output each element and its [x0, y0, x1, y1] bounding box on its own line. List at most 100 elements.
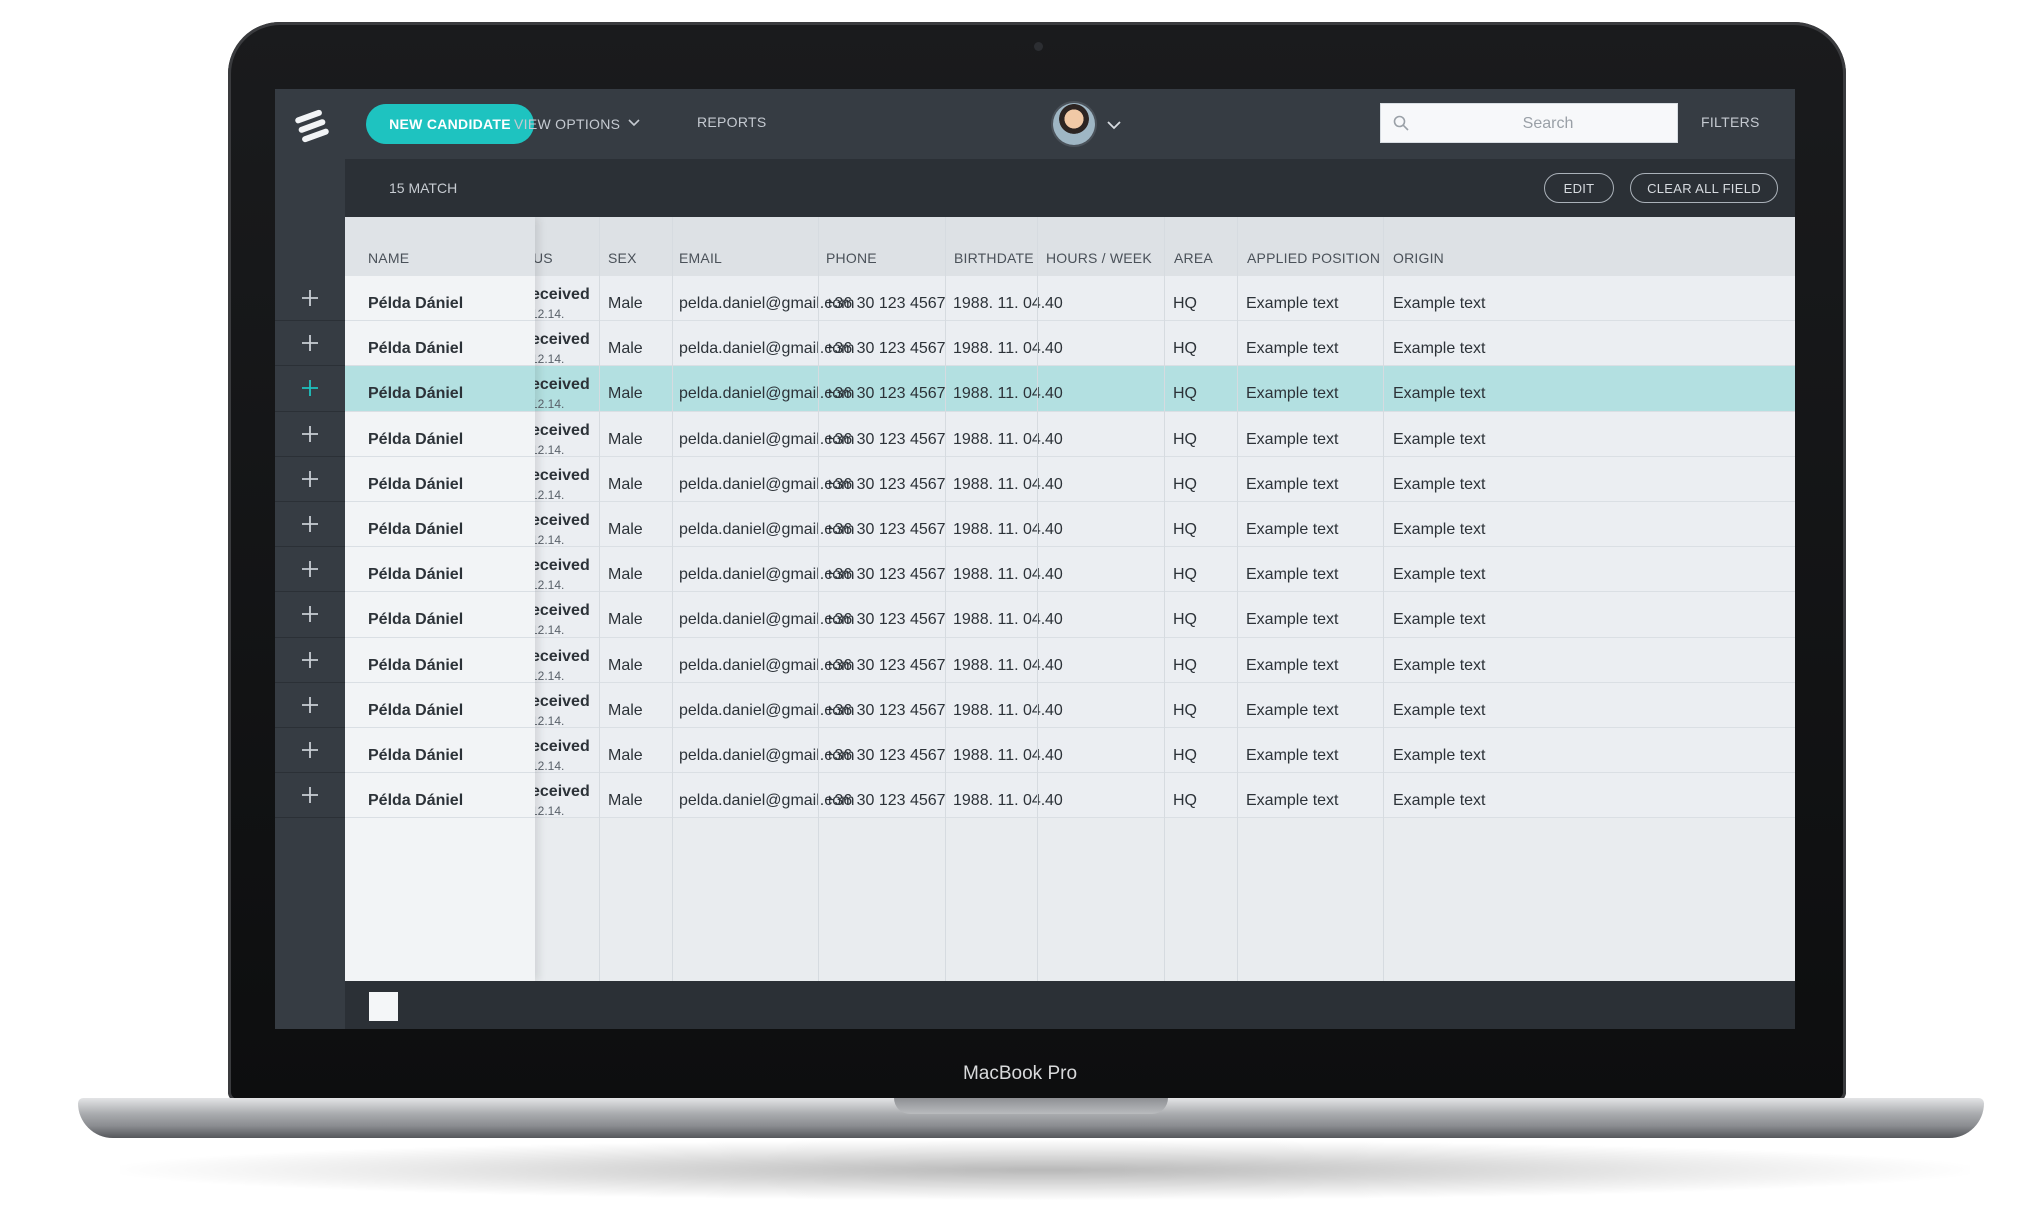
- table-row[interactable]: eceived 12.14. Male pelda.daniel@gmail.com +…: [345, 276, 1795, 322]
- table-row[interactable]: eceived 12.14. Male pelda.daniel@gmail.com +…: [345, 728, 1795, 774]
- area-cell: HQ: [1173, 475, 1197, 493]
- add-row-plus-icon[interactable]: [275, 592, 345, 638]
- column-header-area[interactable]: AREA: [1174, 250, 1213, 266]
- add-row-plus-icon[interactable]: [275, 773, 345, 819]
- column-header-name[interactable]: NAME: [368, 250, 409, 266]
- column-divider: [599, 217, 600, 981]
- name-cell: Példa Dániel: [368, 566, 464, 584]
- table-row[interactable]: eceived 12.14. Male pelda.daniel@gmail.com +…: [345, 637, 1795, 683]
- status-date: 12.14.: [531, 397, 565, 412]
- table-row[interactable]: eceived 12.14. Male pelda.daniel@gmail.com +…: [345, 773, 1795, 819]
- camera-icon: [1034, 42, 1043, 51]
- reports-menu[interactable]: REPORTS: [697, 114, 767, 130]
- position-cell: Example text: [1246, 521, 1339, 538]
- filters-button[interactable]: FILTERS: [1701, 114, 1760, 130]
- frozen-name-column: NAME Példa Dániel Példa Dániel Példa Dánie…: [345, 217, 535, 981]
- frozen-row[interactable]: Példa Dániel: [345, 682, 535, 728]
- status-date: 12.14.: [531, 623, 565, 638]
- area-cell: HQ: [1173, 521, 1197, 538]
- birthdate-cell: 1988. 11. 04.: [953, 566, 1046, 584]
- view-options-menu[interactable]: VIEW OPTIONS: [514, 114, 640, 132]
- sex-cell: Male: [608, 792, 643, 810]
- table-row[interactable]: eceived 12.14. Male pelda.daniel@gmail.com +…: [345, 366, 1795, 412]
- column-header-phone[interactable]: PHONE: [826, 250, 877, 266]
- column-header-sex[interactable]: SEX: [608, 250, 637, 266]
- table-row[interactable]: eceived 12.14. Male pelda.daniel@gmail.com +…: [345, 547, 1795, 593]
- name-cell: Példa Dániel: [368, 295, 464, 312]
- frozen-row[interactable]: Példa Dániel: [345, 592, 535, 638]
- add-row-plus-icon[interactable]: [275, 683, 345, 728]
- frozen-row[interactable]: Példa Dániel: [345, 637, 535, 683]
- sex-cell: Male: [608, 475, 643, 493]
- phone-cell: +36 30 123 4567: [825, 566, 946, 584]
- origin-cell: Example text: [1393, 295, 1486, 312]
- search-box[interactable]: [1380, 103, 1678, 144]
- table-row[interactable]: eceived 12.14. Male pelda.daniel@gmail.com +…: [345, 456, 1795, 502]
- sex-cell: Male: [608, 521, 643, 538]
- sex-cell: Male: [608, 430, 643, 448]
- area-cell: HQ: [1173, 792, 1197, 810]
- column-header-status[interactable]: US: [533, 250, 553, 266]
- column-header-origin[interactable]: ORIGIN: [1393, 250, 1444, 266]
- frozen-header: NAME: [345, 217, 535, 276]
- birthdate-cell: 1988. 11. 04.: [953, 747, 1046, 764]
- avatar[interactable]: [1053, 103, 1095, 145]
- table-row[interactable]: eceived 12.14. Male pelda.daniel@gmail.com +…: [345, 411, 1795, 457]
- frozen-row[interactable]: Példa Dániel: [345, 456, 535, 502]
- birthdate-cell: 1988. 11. 04.: [953, 340, 1046, 358]
- table-row[interactable]: eceived 12.14. Male pelda.daniel@gmail.com +…: [345, 321, 1795, 367]
- birthdate-cell: 1988. 11. 04.: [953, 430, 1046, 448]
- new-candidate-button[interactable]: NEW CANDIDATE: [366, 104, 534, 144]
- add-row-plus-icon[interactable]: [275, 366, 345, 412]
- sex-cell: Male: [608, 611, 643, 629]
- area-cell: HQ: [1173, 295, 1197, 312]
- clear-all-field-button[interactable]: CLEAR ALL FIELD: [1630, 173, 1778, 203]
- match-count: 15 MATCH: [389, 180, 458, 196]
- table-row[interactable]: eceived 12.14. Male pelda.daniel@gmail.com +…: [345, 682, 1795, 728]
- frozen-row[interactable]: Példa Dániel: [345, 547, 535, 593]
- select-all-checkbox[interactable]: [369, 992, 398, 1021]
- add-row-plus-icon[interactable]: [275, 502, 345, 548]
- birthdate-cell: 1988. 11. 04.: [953, 295, 1046, 312]
- sex-cell: Male: [608, 656, 643, 674]
- position-cell: Example text: [1246, 792, 1339, 810]
- add-row-plus-icon[interactable]: [275, 728, 345, 774]
- table-row[interactable]: eceived 12.14. Male pelda.daniel@gmail.com +…: [345, 502, 1795, 548]
- frozen-row[interactable]: Példa Dániel: [345, 276, 535, 322]
- phone-cell: +36 30 123 4567: [825, 430, 946, 448]
- edit-button[interactable]: EDIT: [1544, 173, 1614, 203]
- frozen-row[interactable]: Példa Dániel: [345, 321, 535, 367]
- frozen-row[interactable]: Példa Dániel: [345, 411, 535, 457]
- search-icon: [1393, 115, 1409, 136]
- status-cell: eceived: [531, 331, 590, 349]
- search-input[interactable]: [1421, 104, 1675, 144]
- add-row-plus-icon[interactable]: [275, 457, 345, 502]
- column-header-hours[interactable]: HOURS / WEEK: [1046, 250, 1152, 266]
- status-date: 12.14.: [531, 487, 565, 502]
- add-row-plus-icon[interactable]: [275, 547, 345, 593]
- frozen-row[interactable]: Példa Dániel: [345, 502, 535, 548]
- frozen-row[interactable]: Példa Dániel: [345, 773, 535, 819]
- column-header-birthdate[interactable]: BIRTHDATE: [954, 250, 1034, 266]
- logo-icon[interactable]: [295, 108, 329, 144]
- hours-cell: 40: [1045, 792, 1063, 810]
- add-row-plus-icon[interactable]: [275, 321, 345, 367]
- table-row[interactable]: eceived 12.14. Male pelda.daniel@gmail.com +…: [345, 592, 1795, 638]
- name-cell: Példa Dániel: [368, 385, 464, 403]
- add-row-plus-icon[interactable]: [275, 412, 345, 457]
- chevron-down-icon[interactable]: [1107, 117, 1121, 135]
- chevron-down-icon: [628, 114, 640, 130]
- add-row-plus-icon[interactable]: [275, 276, 345, 322]
- phone-cell: +36 30 123 4567: [825, 611, 946, 629]
- frozen-row[interactable]: Példa Dániel: [345, 366, 535, 412]
- sex-cell: Male: [608, 566, 643, 584]
- column-header-email[interactable]: EMAIL: [679, 250, 722, 266]
- origin-cell: Example text: [1393, 747, 1486, 764]
- status-cell: eceived: [531, 286, 590, 303]
- status-cell: eceived: [531, 376, 590, 394]
- frozen-row[interactable]: Példa Dániel: [345, 728, 535, 774]
- column-header-applied-position[interactable]: APPLIED POSITION: [1247, 250, 1380, 266]
- add-row-plus-icon[interactable]: [275, 638, 345, 683]
- area-cell: HQ: [1173, 701, 1197, 719]
- status-cell: eceived: [531, 647, 590, 665]
